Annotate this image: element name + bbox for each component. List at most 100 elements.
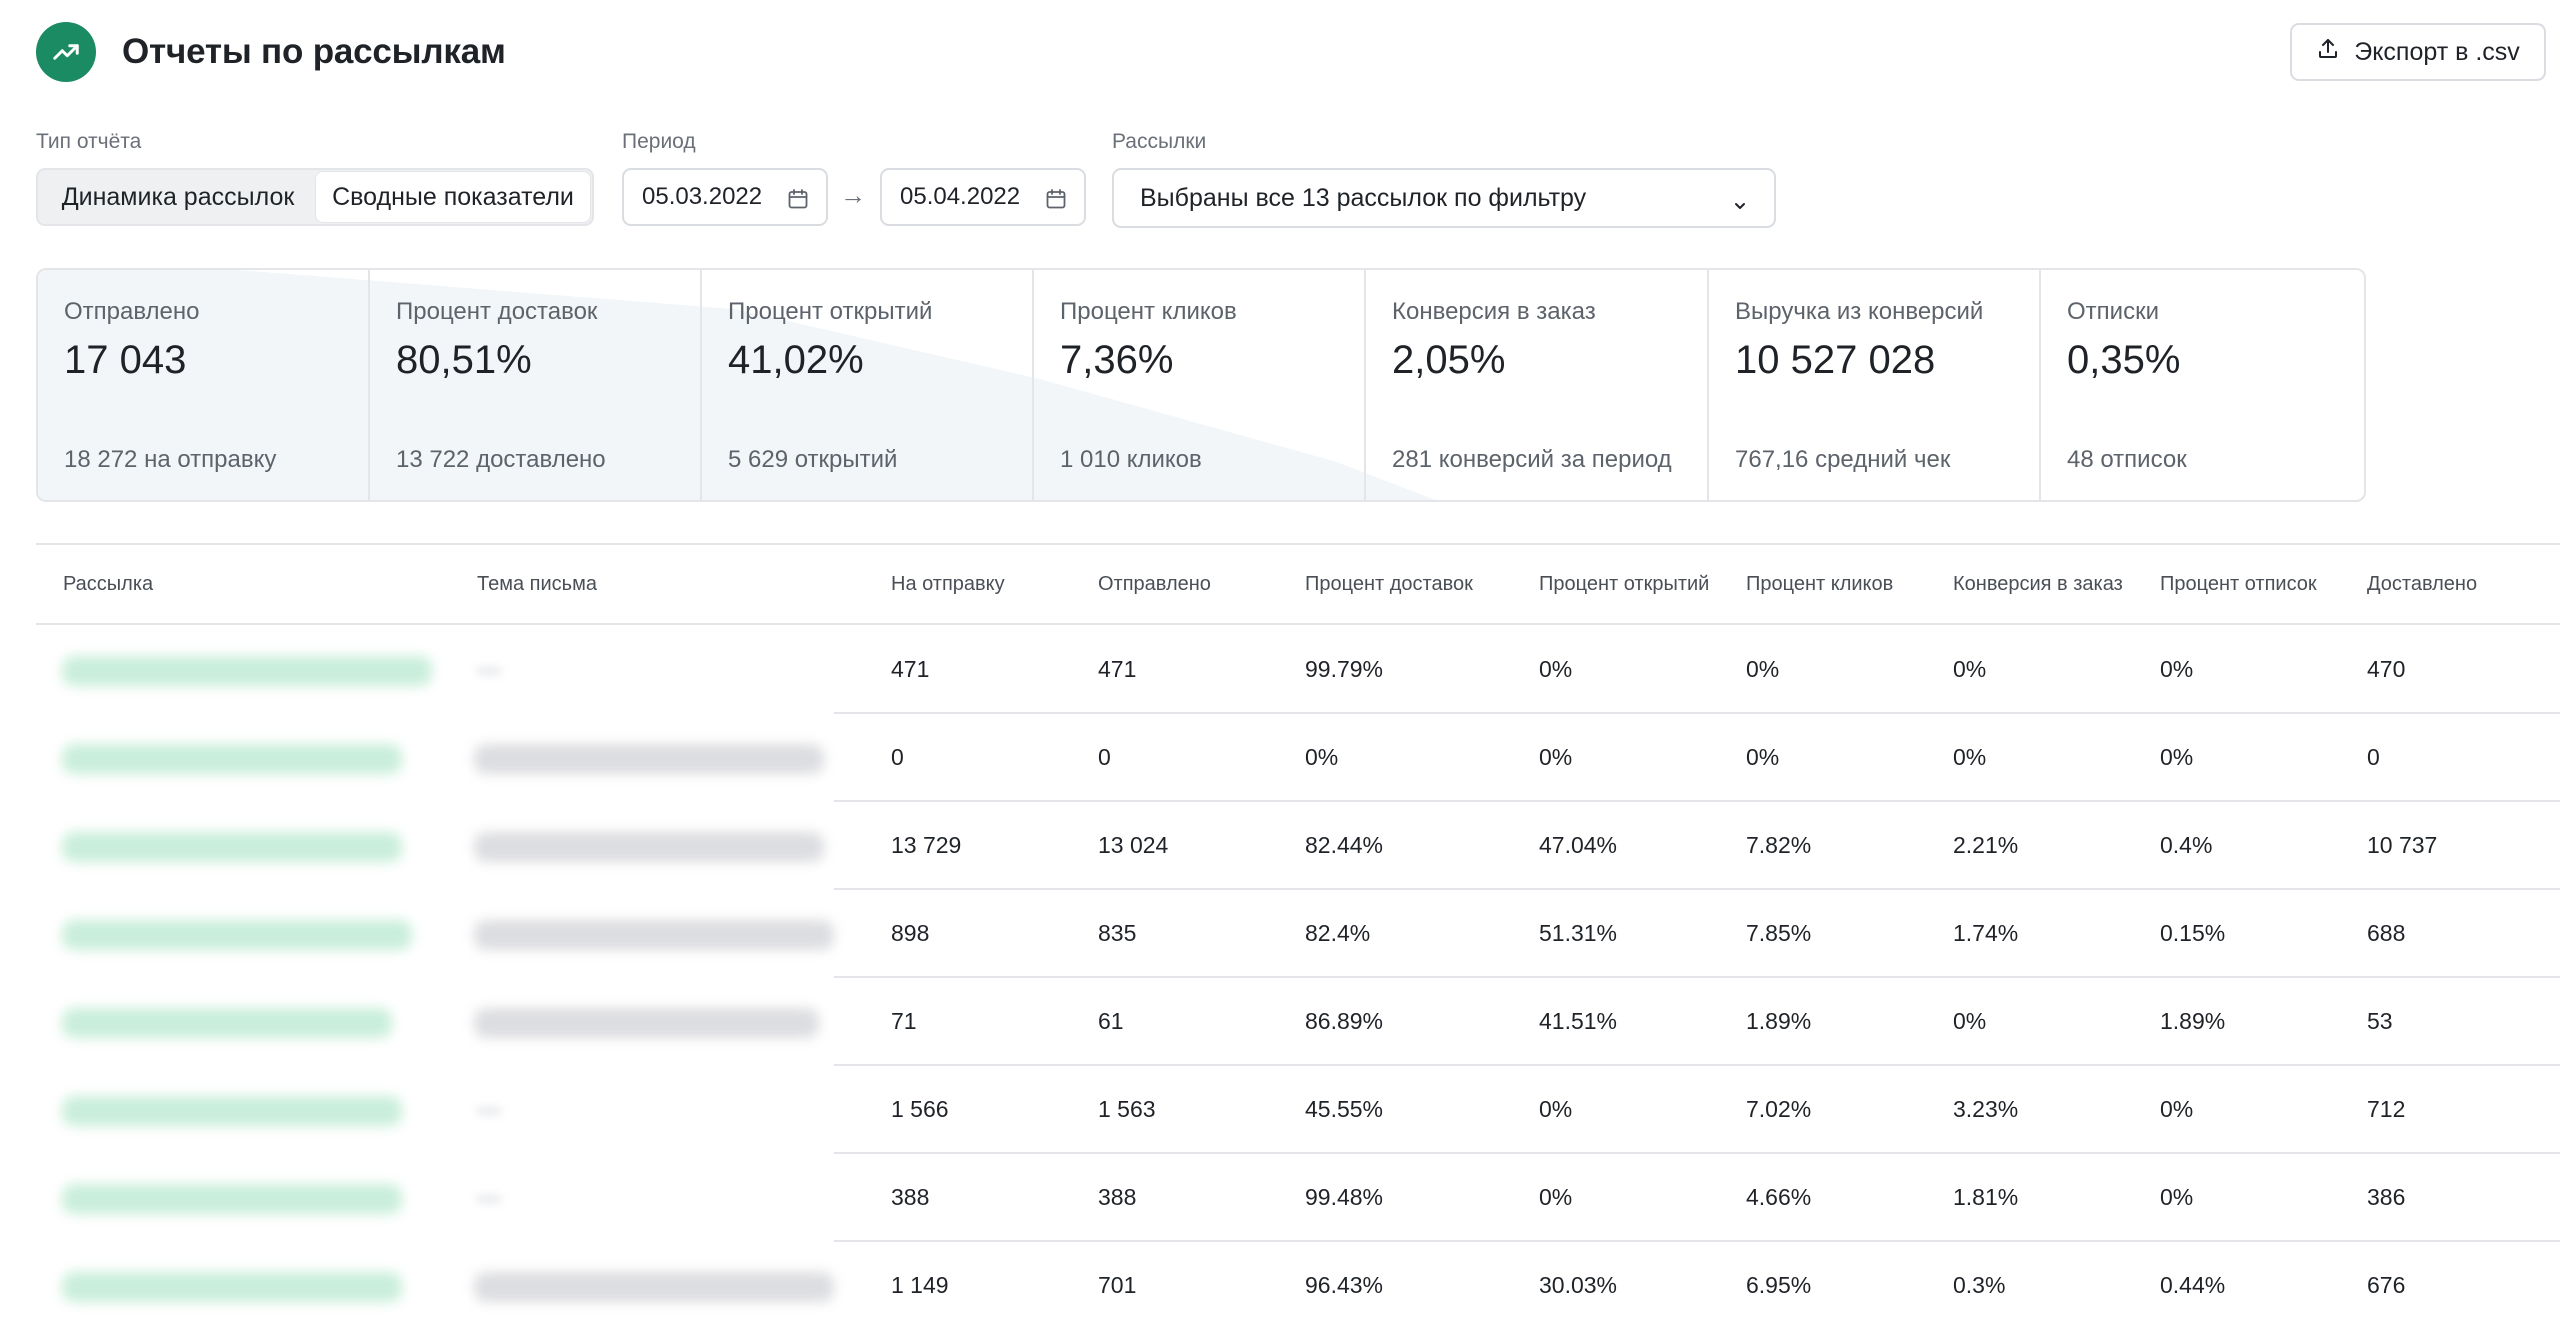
table-cell: 898 <box>891 920 930 946</box>
column-header[interactable]: Тема письма <box>477 573 597 596</box>
mailings-select[interactable]: Выбраны все 13 рассылок по фильтру <box>1112 168 1776 228</box>
table-cell: 0.15% <box>2160 920 2226 946</box>
column-header[interactable]: Процент отписок <box>2160 573 2317 596</box>
table-cell: 386 <box>2367 1184 2406 1210</box>
subject-redacted <box>474 1272 834 1302</box>
stat-label: Отписки <box>2067 298 2159 325</box>
period-label: Период <box>622 130 696 153</box>
mailing-name-redacted <box>62 656 432 686</box>
summary-stats-panel: Отправлено 17 043 18 272 на отправку Про… <box>36 268 2366 502</box>
column-header[interactable]: Конверсия в заказ <box>1953 573 2123 596</box>
stat-sub: 767,16 средний чек <box>1735 446 1951 473</box>
table-cell: 71 <box>891 1008 917 1034</box>
stat-sub: 1 010 кликов <box>1060 446 1202 473</box>
export-label: Экспорт в .csv <box>2354 37 2520 66</box>
table-cell: 3.23% <box>1953 1096 2019 1122</box>
column-header[interactable]: Процент открытий <box>1539 573 1709 596</box>
page-title: Отчеты по рассылкам <box>122 32 506 71</box>
stat-value: 80,51% <box>396 338 532 382</box>
column-header[interactable]: Отправлено <box>1098 573 1211 596</box>
column-header[interactable]: Процент доставок <box>1305 573 1473 596</box>
table-cell: 388 <box>891 1184 930 1210</box>
table-cell: 0% <box>1539 656 1573 682</box>
table-cell: 61 <box>1098 1008 1124 1034</box>
stat-value: 10 527 028 <box>1735 338 1936 382</box>
stat-sub: 5 629 открытий <box>728 446 898 473</box>
subject-redacted <box>474 832 824 862</box>
table-cell: 0% <box>1305 744 1339 770</box>
table-cell: 7.02% <box>1746 1096 1812 1122</box>
arrow-right-icon: → <box>840 180 866 210</box>
report-type-dynamics[interactable]: Динамика рассылок <box>40 172 316 222</box>
table-row[interactable]: 0 0 0% 0% 0% 0% 0% 0 <box>36 714 2560 802</box>
stat-sub: 281 конверсий за период <box>1392 446 1672 473</box>
table-cell: 1 566 <box>891 1096 949 1122</box>
table-cell: 6.95% <box>1746 1272 1812 1298</box>
table-row[interactable]: 898 835 82.4% 51.31% 7.85% 1.74% 0.15% 6… <box>36 890 2560 978</box>
calendar-icon <box>1044 187 1068 218</box>
table-cell: 712 <box>2367 1096 2406 1122</box>
subject-redacted <box>474 920 834 950</box>
table-cell: 0% <box>1953 656 1987 682</box>
table-cell: 688 <box>2367 920 2406 946</box>
table-cell: 7.85% <box>1746 920 1812 946</box>
table-row[interactable]: 471 471 99.79% 0% 0% 0% 0% 470 <box>36 626 2560 714</box>
subject-redacted <box>474 1008 819 1038</box>
stat-sent: Отправлено 17 043 18 272 на отправку <box>38 270 370 500</box>
table-cell: 1 149 <box>891 1272 949 1298</box>
table-cell: 1.81% <box>1953 1184 2019 1210</box>
report-type-switch: Динамика рассылок Сводные показатели <box>36 168 594 226</box>
column-header[interactable]: На отправку <box>891 573 1005 596</box>
calendar-icon <box>786 187 810 218</box>
table-cell: 0% <box>2160 1184 2194 1210</box>
stat-value: 17 043 <box>64 338 187 382</box>
table-cell: 1.89% <box>1746 1008 1812 1034</box>
column-header[interactable]: Процент кликов <box>1746 573 1893 596</box>
report-type-summary[interactable]: Сводные показатели <box>316 172 590 222</box>
date-to-input[interactable]: 05.04.2022 <box>880 168 1086 226</box>
stat-label: Выручка из конверсий <box>1735 298 1984 325</box>
mailings-label: Рассылки <box>1112 130 1207 153</box>
table-cell: 82.44% <box>1305 832 1384 858</box>
mailing-name-redacted <box>62 1008 392 1038</box>
table-header: Рассылка Тема письма На отправку Отправл… <box>36 545 2560 625</box>
table-cell: 471 <box>1098 656 1137 682</box>
table-row[interactable]: 71 61 86.89% 41.51% 1.89% 0% 1.89% 53 <box>36 978 2560 1066</box>
stat-conversion: Конверсия в заказ 2,05% 281 конверсий за… <box>1366 270 1709 500</box>
stat-value: 0,35% <box>2067 338 2181 382</box>
table-cell: 0% <box>2160 1096 2194 1122</box>
date-from-input[interactable]: 05.03.2022 <box>622 168 828 226</box>
mailing-name-redacted <box>62 1096 402 1126</box>
table-cell: 4.66% <box>1746 1184 1812 1210</box>
subject-redacted <box>476 1194 502 1204</box>
table-cell: 51.31% <box>1539 920 1618 946</box>
stat-sub: 13 722 доставлено <box>396 446 606 473</box>
stat-click-rate: Процент кликов 7,36% 1 010 кликов <box>1034 270 1366 500</box>
table-row[interactable]: 13 729 13 024 82.44% 47.04% 7.82% 2.21% … <box>36 802 2560 890</box>
table-cell: 0% <box>1539 1184 1573 1210</box>
table-cell: 0.4% <box>2160 832 2213 858</box>
export-csv-button[interactable]: Экспорт в .csv <box>2290 23 2546 81</box>
mailing-name-redacted <box>62 1184 402 1214</box>
table-cell: 0% <box>1539 1096 1573 1122</box>
table-row[interactable]: 1 566 1 563 45.55% 0% 7.02% 3.23% 0% 712 <box>36 1066 2560 1154</box>
report-type-label: Тип отчёта <box>36 130 142 153</box>
table-cell: 0% <box>1539 744 1573 770</box>
table-cell: 82.4% <box>1305 920 1371 946</box>
mailing-name-redacted <box>62 832 402 862</box>
table-row[interactable]: 1 149 701 96.43% 30.03% 6.95% 0.3% 0.44%… <box>36 1242 2560 1330</box>
stat-value: 2,05% <box>1392 338 1506 382</box>
table-cell: 0.3% <box>1953 1272 2006 1298</box>
table-row[interactable]: 388 388 99.48% 0% 4.66% 1.81% 0% 386 <box>36 1154 2560 1242</box>
table-cell: 388 <box>1098 1184 1137 1210</box>
stat-value: 7,36% <box>1060 338 1174 382</box>
table-cell: 1.89% <box>2160 1008 2226 1034</box>
column-header[interactable]: Доставлено <box>2367 573 2477 596</box>
mailing-name-redacted <box>62 920 412 950</box>
page-header: Отчеты по рассылкам Экспорт в .csv <box>36 22 2548 86</box>
table-cell: 41.51% <box>1539 1008 1618 1034</box>
table-cell: 0 <box>2367 744 2380 770</box>
stat-sub: 48 отписок <box>2067 446 2187 473</box>
table-cell: 470 <box>2367 656 2406 682</box>
column-header[interactable]: Рассылка <box>63 573 153 596</box>
